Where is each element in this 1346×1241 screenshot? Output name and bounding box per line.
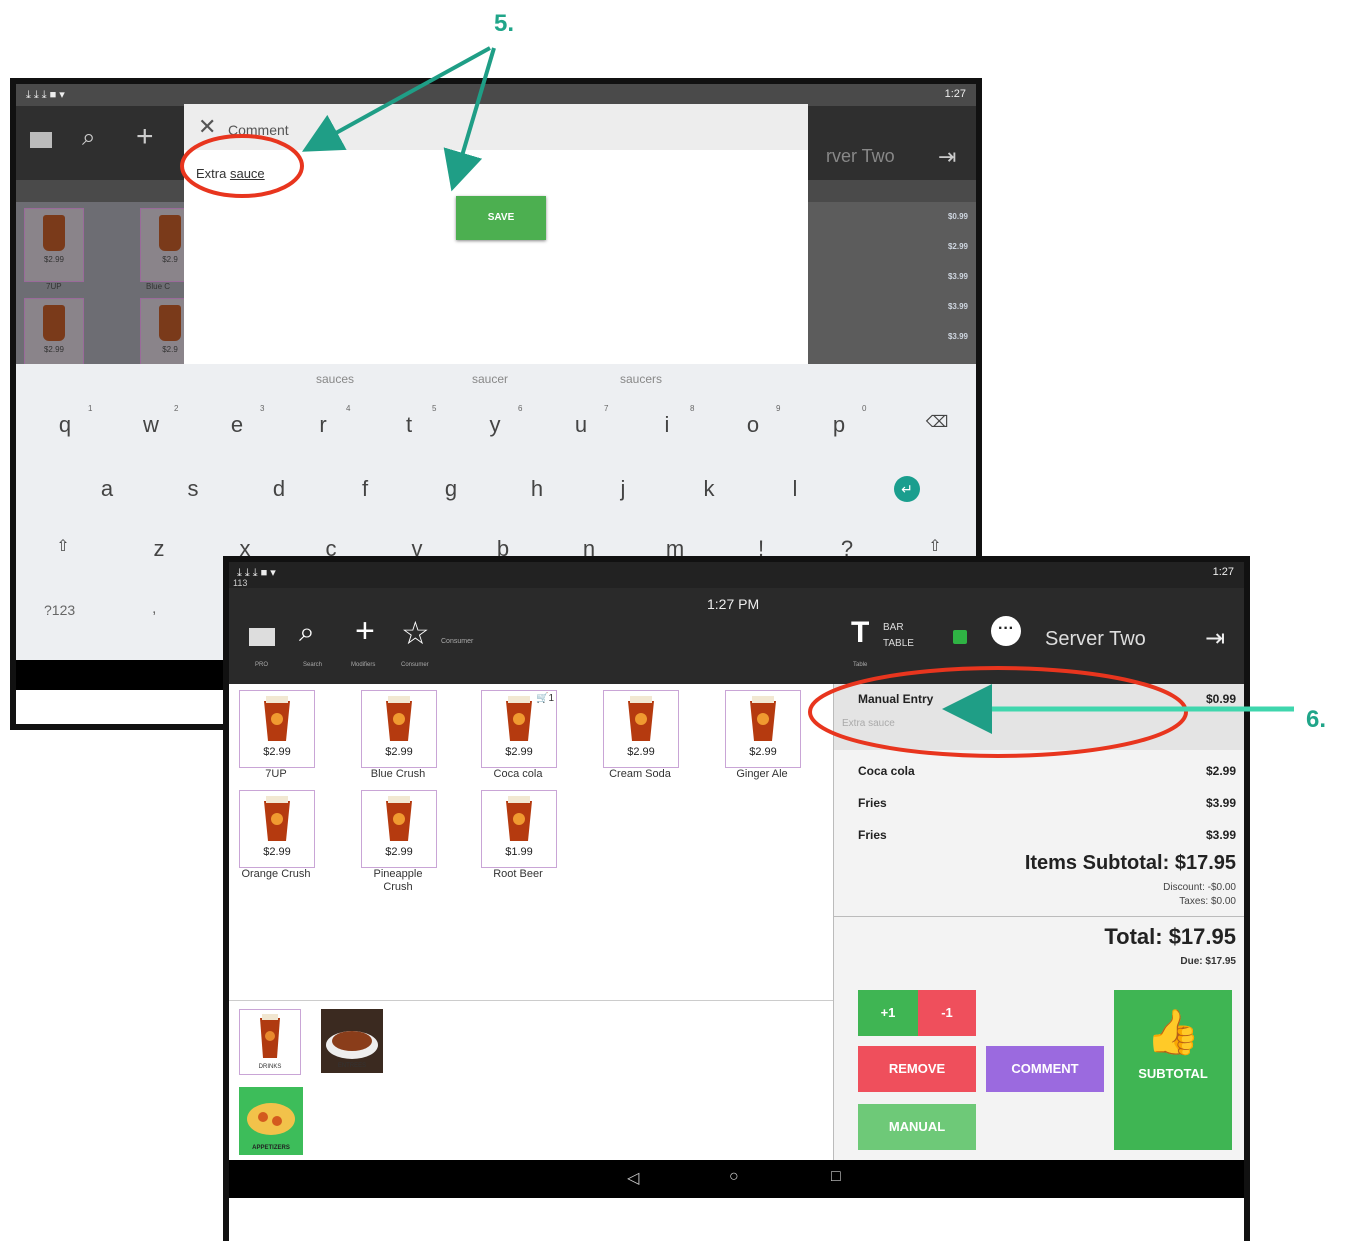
arrow (443, 47, 496, 192)
arrow (301, 46, 491, 152)
callout-step-5: 5. (494, 10, 515, 37)
annotation-overlay (180, 46, 1294, 758)
callout-step-6: 6. (1306, 706, 1327, 733)
highlight-ellipse (808, 666, 1188, 758)
highlight-ellipse (180, 134, 304, 198)
